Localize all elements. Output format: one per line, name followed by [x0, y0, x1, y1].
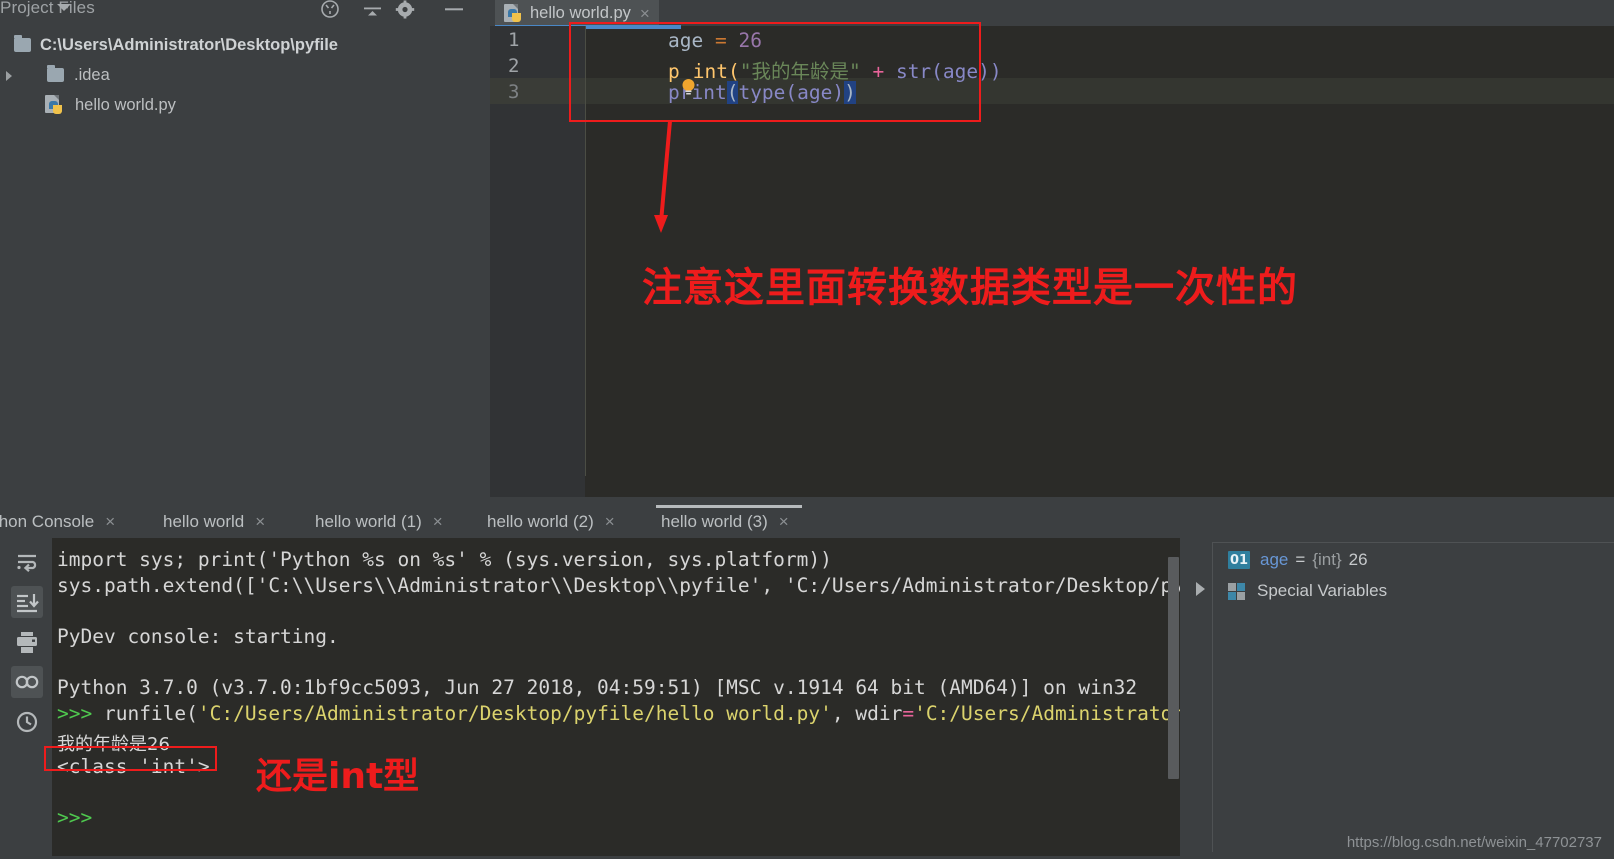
console-line-8: >>>	[57, 806, 93, 829]
python-file-icon	[45, 95, 64, 115]
variable-index-badge: 01	[1228, 551, 1250, 569]
settings-gear-icon[interactable]	[393, 0, 417, 20]
console-line-3: PyDev console: starting.	[57, 625, 339, 648]
tree-item-label: C:\Users\Administrator\Desktop\pyfile	[40, 35, 338, 54]
pycharm-window: Project Files C:\Users\Administrator\Des…	[0, 0, 1614, 859]
special-variables-icon	[1228, 582, 1247, 601]
console-tab-label: hello world (1)	[315, 511, 422, 531]
tree-item-label: .idea	[74, 65, 110, 84]
console-tab-label: hello world	[163, 511, 245, 531]
console-tab-hello-world-1[interactable]: hello world (1) ×	[315, 505, 443, 538]
console-output[interactable]: import sys; print('Python %s on %s' % (s…	[52, 538, 1180, 856]
variable-type: {int}	[1312, 550, 1342, 569]
project-panel-title: Project Files	[0, 0, 95, 17]
console-line-2: sys.path.extend(['C:\\Users\\Administrat…	[57, 574, 1180, 597]
console-tab-label: hello world (2)	[487, 511, 594, 531]
tree-item-label: hello world.py	[75, 95, 176, 114]
scroll-to-end-icon[interactable]	[11, 586, 43, 618]
close-icon[interactable]: ×	[255, 513, 265, 530]
editor-tab-label: hello world.py	[530, 3, 631, 22]
console-tab-label: thon Console	[0, 511, 95, 531]
line-number: 2	[508, 55, 520, 77]
console-tab-active-indicator	[656, 505, 802, 508]
project-panel-header: Project Files	[0, 0, 675, 22]
locate-target-icon[interactable]	[318, 0, 342, 20]
variable-name: age	[1260, 550, 1289, 569]
console-runfile-call: runfile(	[92, 702, 198, 725]
python-console-panel: thon Console × hello world × hello world…	[0, 497, 1614, 859]
variable-equals: =	[1295, 550, 1306, 569]
close-icon[interactable]: ×	[779, 513, 789, 530]
console-toolbar	[0, 538, 52, 859]
console-scrollbar-thumb[interactable]	[1168, 557, 1179, 779]
variable-value: 26	[1348, 550, 1368, 569]
chevron-right-icon[interactable]	[1196, 582, 1205, 596]
close-icon[interactable]: ×	[605, 513, 615, 530]
annotation-text-console: 还是int型	[256, 756, 420, 797]
tree-item-idea[interactable]: .idea	[0, 60, 490, 90]
tree-item-root[interactable]: C:\Users\Administrator\Desktop\pyfile	[0, 30, 490, 60]
console-script-path: 'C:/Users/Administrator/Desktop/pyfile/h…	[197, 702, 832, 725]
variable-label: Special Variables	[1257, 581, 1388, 600]
print-icon[interactable]	[11, 626, 43, 658]
console-prompt: >>>	[57, 702, 93, 725]
python-file-icon	[504, 3, 523, 23]
project-files-panel: Project Files C:\Users\Administrator\Des…	[0, 0, 675, 497]
annotation-text-editor: 注意这里面转换数据类型是一次性的	[642, 265, 1298, 311]
annotation-box-class-int	[44, 746, 217, 771]
console-tab-hello-world[interactable]: hello world ×	[163, 505, 265, 538]
tree-item-hello-world-py[interactable]: hello world.py	[0, 90, 490, 120]
line-number: 3	[508, 81, 520, 103]
console-tab-hello-world-2[interactable]: hello world (2) ×	[487, 505, 615, 538]
close-icon[interactable]: ×	[105, 513, 115, 530]
console-tab-label: hello world (3)	[661, 511, 768, 531]
command-history-icon[interactable]	[11, 706, 43, 738]
variable-row-special-variables[interactable]: Special Variables	[1228, 578, 1387, 604]
console-wdir-key: , wdir	[831, 702, 903, 725]
console-tab-bar: thon Console × hello world × hello world…	[0, 505, 1190, 538]
console-line-4: Python 3.7.0 (v3.7.0:1bf9cc5093, Jun 27 …	[57, 676, 1138, 699]
console-wdir-eq: =	[902, 702, 915, 725]
annotation-arrow	[654, 120, 672, 233]
variable-row-age[interactable]: 01 age = {int} 26	[1228, 547, 1368, 573]
minimize-icon[interactable]	[442, 0, 466, 20]
console-tab-hello-world-3[interactable]: hello world (3) ×	[661, 505, 789, 538]
collapse-all-icon[interactable]	[360, 0, 384, 20]
console-line-5: >>> runfile('C:/Users/Administrator/Desk…	[57, 702, 1180, 725]
chevron-right-icon[interactable]	[6, 71, 12, 81]
console-tab-python-console[interactable]: thon Console ×	[0, 505, 115, 538]
folder-icon	[47, 65, 64, 82]
soft-wrap-icon[interactable]	[11, 546, 43, 578]
project-tree: C:\Users\Administrator\Desktop\pyfile .i…	[0, 30, 490, 120]
chevron-down-icon[interactable]	[57, 4, 71, 11]
watermark: https://blog.csdn.net/weixin_47702737	[1346, 834, 1602, 851]
show-console-variables-icon[interactable]	[11, 666, 43, 698]
folder-icon	[14, 35, 31, 52]
close-icon[interactable]: ×	[433, 513, 443, 530]
console-wdir-value: 'C:/Users/Administrator/	[914, 702, 1180, 725]
line-number: 1	[508, 29, 520, 51]
close-icon[interactable]: ×	[640, 5, 650, 22]
console-line-1: import sys; print('Python %s on %s' % (s…	[57, 548, 832, 571]
